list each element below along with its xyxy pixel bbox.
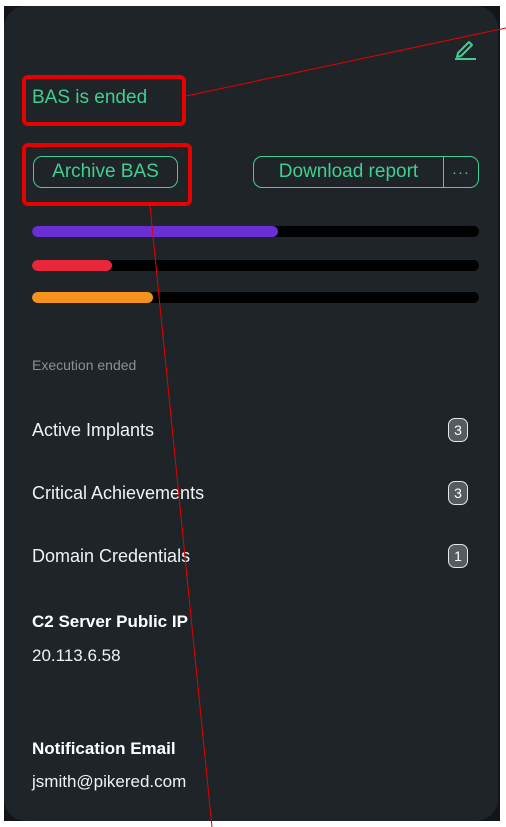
notification-email-value: jsmith@pikered.com — [32, 772, 187, 791]
stat-row-active-implants[interactable]: Active Implants 3 — [32, 415, 468, 445]
bas-status-text: BAS is ended — [32, 87, 148, 108]
execution-status-label: Execution ended — [32, 357, 137, 373]
c2-server-title: C2 Server Public IP — [32, 612, 188, 631]
progress-fill — [32, 226, 278, 237]
download-report-button-group: Download report ··· — [253, 156, 479, 188]
stat-name: Domain Credentials — [32, 545, 191, 566]
stat-row-critical-achievements[interactable]: Critical Achievements 3 — [32, 478, 468, 508]
progress-bar-red — [32, 260, 479, 271]
notification-email-title: Notification Email — [32, 739, 176, 758]
archive-bas-button[interactable]: Archive BAS — [33, 156, 178, 188]
stat-name: Active Implants — [32, 419, 155, 440]
count-badge: 3 — [448, 481, 468, 505]
more-dots-icon[interactable]: ··· — [444, 157, 478, 187]
progress-fill — [32, 260, 113, 271]
count-badge: 1 — [448, 544, 468, 568]
bas-details-panel — [4, 6, 498, 821]
count-badge: 3 — [448, 418, 468, 442]
pencil-icon[interactable] — [452, 34, 478, 60]
progress-fill — [32, 292, 153, 303]
download-report-button[interactable]: Download report — [254, 157, 444, 187]
stat-name: Critical Achievements — [32, 482, 205, 503]
progress-bar-orange — [32, 292, 479, 303]
progress-bar-purple — [32, 226, 479, 237]
c2-server-ip: 20.113.6.58 — [32, 646, 121, 665]
stat-row-domain-credentials[interactable]: Domain Credentials 1 — [32, 541, 468, 571]
